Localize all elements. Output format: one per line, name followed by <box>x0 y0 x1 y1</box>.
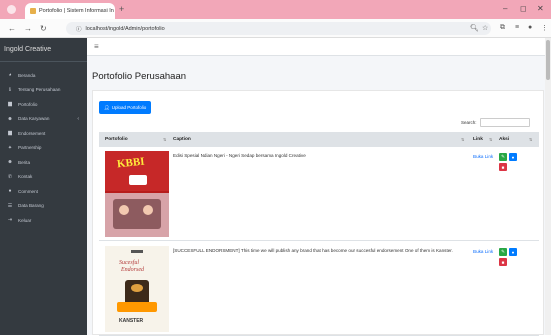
scrollbar-thumb[interactable] <box>546 40 550 80</box>
col-caption[interactable]: Caption <box>173 137 191 142</box>
media-icon[interactable]: ≡ <box>515 24 519 31</box>
upload-portfolio-button[interactable]: 👤︎ Upload Portofolio <box>99 101 152 114</box>
sidebar-item-comment[interactable]: ● Comment <box>0 184 87 199</box>
open-link[interactable]: Buka Link <box>473 153 493 160</box>
url-text: localhost/ingold/Admin/portofolio <box>85 25 165 32</box>
sidebar-item-partnership[interactable]: ✦ Partnership <box>0 141 87 156</box>
portfolio-thumbnail: Sucesful Endorsed KANSTER <box>105 246 169 332</box>
sidebar-item-keluar[interactable]: ⇥ Keluar <box>0 213 87 228</box>
sidebar: Ingold Creative ◕ Beranda ℹ Tentang Perusa… <box>0 38 87 335</box>
table-header: Portofolio ⇅ Caption ⇅ Link ⇅ Aksi ⇅ <box>99 132 539 147</box>
col-link[interactable]: Link <box>473 137 483 142</box>
users-icon: ☻ <box>7 115 13 122</box>
minimize-button[interactable]: – <box>503 4 507 13</box>
profile-icon[interactable]: ● <box>528 24 532 31</box>
sort-icon[interactable]: ⇅ <box>163 137 166 142</box>
maximize-button[interactable]: ◻ <box>520 4 527 13</box>
address-bar-row: ← → ↻ ⓘ localhost/ingold/Admin/portofoli… <box>0 19 551 38</box>
close-window-button[interactable]: ✕ <box>537 4 544 13</box>
col-aksi[interactable]: Aksi <box>499 137 509 142</box>
file-icon: ▆ <box>8 101 12 108</box>
table-row: KBBI Edisi Spesial Ndian Ngeri - Ngeri S… <box>99 147 539 241</box>
reload-icon[interactable]: ↻ <box>40 24 47 33</box>
search-box: Search: <box>461 118 530 127</box>
portfolio-card: 👤︎ Upload Portofolio Search: Portofolio … <box>92 90 544 336</box>
zoom-icon[interactable]: 🔍︎ <box>470 24 479 32</box>
sidebar-item-berita[interactable]: ☻ Berita <box>0 155 87 170</box>
sidebar-item-endorsement[interactable]: ▆ Endorsement <box>0 126 87 141</box>
search-label: Search: <box>461 120 477 125</box>
tab-title: Portofolio | Sistem Informasi In <box>39 8 114 14</box>
sidebar-item-karyawan[interactable]: ☻ Data Karyawan ‹ <box>0 112 87 127</box>
thumb-title: KANSTER <box>119 318 144 324</box>
handshake-icon: ✦ <box>7 144 13 151</box>
sort-icon[interactable]: ⇅ <box>489 137 492 142</box>
extensions-icon[interactable]: ⧉ <box>500 24 505 32</box>
col-portofolio[interactable]: Portofolio <box>105 137 128 142</box>
search-input[interactable] <box>479 118 530 127</box>
row-caption: Edisi Spesial Ndian Ngeri - Ngeri Sedap … <box>173 153 306 158</box>
list-icon: ☰ <box>7 202 13 209</box>
table-row: Sucesful Endorsed KANSTER [SUCCESFULL EN… <box>99 242 539 336</box>
sidebar-item-barang[interactable]: ☰ Data Barang <box>0 199 87 214</box>
forward-icon[interactable]: → <box>24 24 32 33</box>
open-link[interactable]: Buka Link <box>473 248 493 255</box>
sort-icon[interactable]: ⇅ <box>529 137 532 142</box>
brand-title[interactable]: Ingold Creative <box>0 38 87 62</box>
file-icon: ▆ <box>8 130 12 137</box>
site-info-icon[interactable]: ⓘ <box>76 25 82 33</box>
browser-tab[interactable]: Portofolio | Sistem Informasi In ✕ <box>25 3 115 19</box>
favicon-icon <box>30 8 36 14</box>
page-title: Portofolio Perusahaan <box>92 71 187 82</box>
view-button[interactable]: ● <box>509 153 517 161</box>
logout-icon: ⇥ <box>7 217 13 224</box>
browser-menu-icon[interactable] <box>7 5 16 14</box>
browser-tabbar: Portofolio | Sistem Informasi In ✕ + – ◻… <box>0 0 551 19</box>
dashboard-icon: ◕ <box>8 72 12 79</box>
row-actions: ✎ ● ■ <box>499 153 517 171</box>
row-actions: ✎ ● ■ <box>499 248 517 266</box>
back-icon[interactable]: ← <box>8 24 16 33</box>
chevron-left-icon: ‹ <box>77 115 79 122</box>
delete-button[interactable]: ■ <box>499 258 507 266</box>
main-content: ≡ Portofolio Perusahaan 👤︎ Upload Portof… <box>87 38 551 336</box>
new-tab-button[interactable]: + <box>119 4 124 14</box>
kebab-menu-icon[interactable]: ⋮ <box>541 24 548 32</box>
hamburger-menu-icon[interactable]: ≡ <box>94 42 99 51</box>
sidebar-item-kontak[interactable]: ✆ Kontak <box>0 170 87 185</box>
edit-button[interactable]: ✎ <box>499 153 507 161</box>
url-field[interactable]: ⓘ localhost/ingold/Admin/portofolio <box>66 22 491 35</box>
bookmark-star-icon[interactable]: ☆ <box>482 24 488 32</box>
phone-icon: ✆ <box>7 173 13 180</box>
delete-button[interactable]: ■ <box>499 163 507 171</box>
info-icon: ℹ <box>9 86 11 93</box>
sidebar-item-beranda[interactable]: ◕ Beranda <box>0 68 87 83</box>
user-plus-icon: 👤︎ <box>104 104 110 110</box>
top-navbar: ≡ <box>87 38 551 56</box>
view-button[interactable]: ● <box>509 248 517 256</box>
row-caption: [SUCCESFULL ENDORSMENT] This time we wil… <box>173 248 453 253</box>
edit-button[interactable]: ✎ <box>499 248 507 256</box>
sort-icon[interactable]: ⇅ <box>461 137 464 142</box>
sidebar-item-portofolio[interactable]: ▆ Portofolio <box>0 97 87 112</box>
portfolio-thumbnail: KBBI <box>105 151 169 237</box>
sidebar-item-tentang[interactable]: ℹ Tentang Perusahaan <box>0 83 87 98</box>
page-scrollbar[interactable] <box>545 38 551 335</box>
users-icon: ☻ <box>7 159 13 166</box>
comment-icon: ● <box>8 188 12 195</box>
